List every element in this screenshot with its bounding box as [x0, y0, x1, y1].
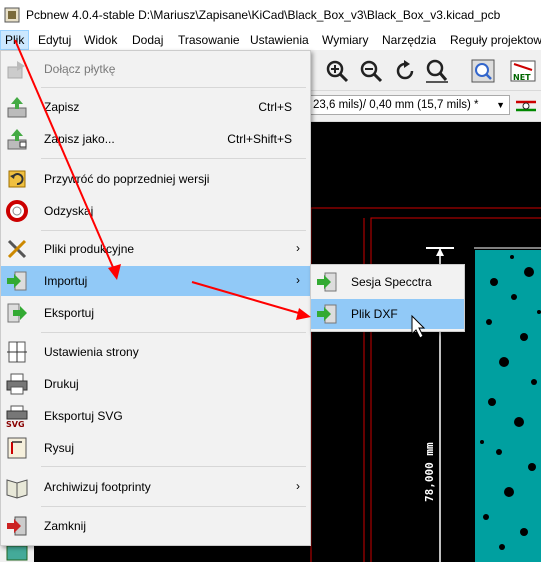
menu-item-zapisz[interactable]: Zapisz Ctrl+S — [1, 92, 310, 122]
track-width-value: 23,6 mils)/ 0,40 mm (15,7 mils) * — [313, 99, 479, 111]
menu-item-zamknij[interactable]: Zamknij — [1, 511, 310, 541]
svg-text:NET: NET — [513, 73, 531, 82]
menu-separator — [41, 332, 306, 333]
import-icon — [7, 271, 27, 291]
menu-dodaj[interactable]: Dodaj — [128, 30, 167, 50]
menu-item-ustawienia-strony[interactable]: Ustawienia strony — [1, 337, 310, 367]
chevron-right-icon: › — [296, 273, 300, 287]
plot-icon — [7, 437, 27, 459]
menu-reguly-projektowe[interactable]: Reguły projektowe — [446, 30, 541, 50]
tools-icon — [7, 239, 27, 259]
submenu-item-plik-dxf[interactable]: Plik DXF — [311, 299, 464, 329]
save-icon — [7, 97, 27, 118]
chevron-down-icon: ▼ — [496, 100, 505, 110]
secondary-toolbar: 23,6 mils)/ 0,40 mm (15,7 mils) * ▼ — [300, 91, 541, 122]
menu-wymiary[interactable]: Wymiary — [318, 30, 373, 50]
title-bar: Pcbnew 4.0.4-stable D:\Mariusz\Zapisane\… — [0, 0, 541, 30]
menu-item-eksportuj[interactable]: Eksportuj — [1, 298, 310, 328]
pcbnew-app-icon — [4, 7, 20, 23]
menu-item-eksportuj-svg[interactable]: SVG Eksportuj SVG — [1, 401, 310, 431]
svg-export-icon: SVG — [6, 405, 28, 428]
export-icon — [7, 303, 27, 323]
menu-item-drukuj[interactable]: Drukuj — [1, 369, 310, 399]
zoom-out-icon[interactable] — [358, 58, 384, 84]
import-submenu: Sesja Specctra Plik DXF — [310, 264, 465, 332]
track-width-select[interactable]: 23,6 mils)/ 0,40 mm (15,7 mils) * ▼ — [308, 95, 510, 115]
menu-item-pliki-produkcyjne[interactable]: Pliki produkcyjne › — [1, 234, 310, 264]
archive-icon — [6, 479, 28, 499]
find-icon[interactable] — [470, 58, 496, 84]
menu-edytuj[interactable]: Edytuj — [34, 30, 75, 50]
shortcut-label: Ctrl+Shift+S — [227, 132, 292, 146]
revert-icon — [8, 170, 26, 188]
dimension-label: 78,000 mm — [423, 442, 436, 502]
save-as-icon — [7, 129, 27, 150]
dxf-import-icon — [317, 304, 337, 324]
specctra-import-icon — [317, 272, 337, 292]
menu-item-archiwizuj-footprinty[interactable]: Archiwizuj footprinty › — [1, 472, 310, 502]
menu-separator — [41, 158, 306, 159]
menu-trasowanie[interactable]: Trasowanie — [174, 30, 244, 50]
menu-item-importuj[interactable]: Importuj › — [1, 266, 310, 296]
menu-item-dolacz-plytke[interactable]: Dołącz płytkę — [1, 54, 310, 84]
menu-ustawienia[interactable]: Ustawienia — [246, 30, 313, 50]
append-board-icon — [7, 61, 25, 79]
menu-separator — [41, 230, 306, 231]
menu-item-odzyskaj[interactable]: Odzyskaj — [1, 196, 310, 226]
menu-bar: Plik Edytuj Widok Dodaj Trasowanie Ustaw… — [0, 30, 541, 50]
track-via-icon[interactable] — [514, 96, 538, 116]
menu-widok[interactable]: Widok — [80, 30, 121, 50]
window-title: Pcbnew 4.0.4-stable D:\Mariusz\Zapisane\… — [26, 8, 501, 22]
menu-separator — [41, 87, 306, 88]
file-menu: Dołącz płytkę Zapisz Ctrl+S Zapisz jako.… — [0, 50, 311, 546]
rescue-icon — [6, 200, 28, 222]
chevron-right-icon: › — [296, 241, 300, 255]
submenu-item-sesja-specctra[interactable]: Sesja Specctra — [311, 267, 464, 297]
exit-icon — [7, 516, 27, 536]
menu-item-rysuj[interactable]: Rysuj — [1, 433, 310, 463]
svg-text:SVG: SVG — [6, 420, 25, 428]
netlist-icon[interactable]: NET — [510, 58, 536, 84]
main-toolbar: NET — [300, 52, 541, 91]
menu-separator — [41, 466, 306, 467]
menu-plik[interactable]: Plik — [0, 30, 30, 50]
page-settings-icon — [7, 341, 27, 363]
shortcut-label: Ctrl+S — [258, 100, 292, 114]
zoom-fit-icon[interactable] — [424, 58, 450, 84]
chevron-right-icon: › — [296, 479, 300, 493]
redraw-icon[interactable] — [392, 58, 418, 84]
print-icon — [6, 373, 28, 395]
menu-item-przywroc[interactable]: Przywróć do poprzedniej wersji — [1, 164, 310, 194]
menu-item-zapisz-jako[interactable]: Zapisz jako... Ctrl+Shift+S — [1, 124, 310, 154]
menu-separator — [41, 506, 306, 507]
menu-narzedzia[interactable]: Narzędzia — [378, 30, 440, 50]
zoom-in-icon[interactable] — [324, 58, 350, 84]
